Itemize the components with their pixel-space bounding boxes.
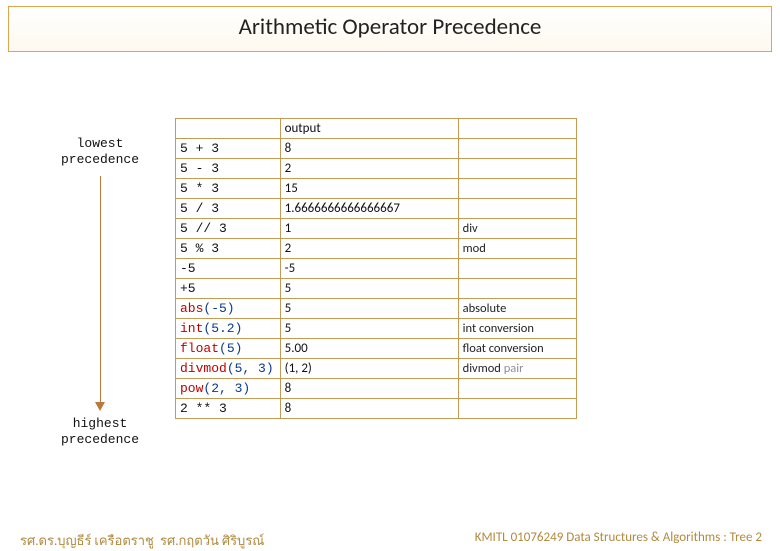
header-output: output [280,119,458,139]
cell-description [458,159,576,179]
header-description [458,119,576,139]
table-row: 2 ** 38 [176,399,577,419]
precedence-table: output 5 + 3 85 - 3 25 * 3 155 / 31.6666… [175,118,577,419]
table-row: 5 / 31.6666666666666667 [176,199,577,219]
cell-output: 2 [280,239,458,259]
highest-precedence-label: highest precedence [40,416,160,449]
table-row: 5 * 3 15 [176,179,577,199]
cell-output: 8 [280,379,458,399]
table-row: +55 [176,279,577,299]
cell-output: 5 [280,319,458,339]
cell-output: 8 [280,139,458,159]
cell-expression: pow(2, 3) [176,379,281,399]
cell-expression: abs(-5) [176,299,281,319]
cell-expression: int(5.2) [176,319,281,339]
cell-description: divmod pair [458,359,576,379]
cell-description: div [458,219,576,239]
footer-course: KMITL 01076249 Data Structures & Algorit… [475,530,762,545]
cell-expression: 2 ** 3 [176,399,281,419]
table-row: -5-5 [176,259,577,279]
cell-expression: 5 / 3 [176,199,281,219]
lowest-line2: precedence [40,152,160,168]
footer-author-mid: รศ.กฤตวัน ศิริบูรณ์ [160,530,400,551]
cell-expression: float(5) [176,339,281,359]
cell-expression: 5 * 3 [176,179,281,199]
cell-output: (1, 2) [280,359,458,379]
cell-expression: +5 [176,279,281,299]
cell-output: 15 [280,179,458,199]
table-row: 5 + 3 8 [176,139,577,159]
cell-description [458,279,576,299]
cell-expression: 5 + 3 [176,139,281,159]
table-row: int(5.2)5int conversion [176,319,577,339]
table-row: float(5)5.00float conversion [176,339,577,359]
cell-output: 5 [280,299,458,319]
cell-description: float conversion [458,339,576,359]
cell-description: mod [458,239,576,259]
lowest-precedence-label: lowest precedence [40,136,160,169]
footer-author-left: รศ.ดร.บุญธีร์ เครือตราชู [20,530,154,551]
lowest-line1: lowest [40,136,160,152]
cell-output: -5 [280,259,458,279]
precedence-arrow-head-icon [95,402,105,411]
cell-description: int conversion [458,319,576,339]
header-expression [176,119,281,139]
page-title: Arithmetic Operator Precedence [9,13,771,41]
cell-description [458,259,576,279]
cell-description [458,179,576,199]
table-row: 5 - 3 2 [176,159,577,179]
cell-expression: 5 % 3 [176,239,281,259]
highest-line1: highest [40,416,160,432]
cell-output: 1 [280,219,458,239]
cell-expression: divmod(5, 3) [176,359,281,379]
cell-description [458,379,576,399]
cell-expression: -5 [176,259,281,279]
table-row: 5 // 31div [176,219,577,239]
cell-description [458,199,576,219]
cell-output: 5.00 [280,339,458,359]
cell-output: 1.6666666666666667 [280,199,458,219]
cell-output: 2 [280,159,458,179]
cell-expression: 5 // 3 [176,219,281,239]
cell-description [458,399,576,419]
precedence-arrow-line [100,176,101,404]
table-row: 5 % 32mod [176,239,577,259]
cell-output: 8 [280,399,458,419]
table-row: abs(-5)5absolute [176,299,577,319]
table-header-row: output [176,119,577,139]
cell-expression: 5 - 3 [176,159,281,179]
cell-output: 5 [280,279,458,299]
table-row: pow(2, 3)8 [176,379,577,399]
cell-description: absolute [458,299,576,319]
table-row: divmod(5, 3)(1, 2)divmod pair [176,359,577,379]
title-bar: Arithmetic Operator Precedence [8,6,772,52]
cell-description [458,139,576,159]
highest-line2: precedence [40,432,160,448]
